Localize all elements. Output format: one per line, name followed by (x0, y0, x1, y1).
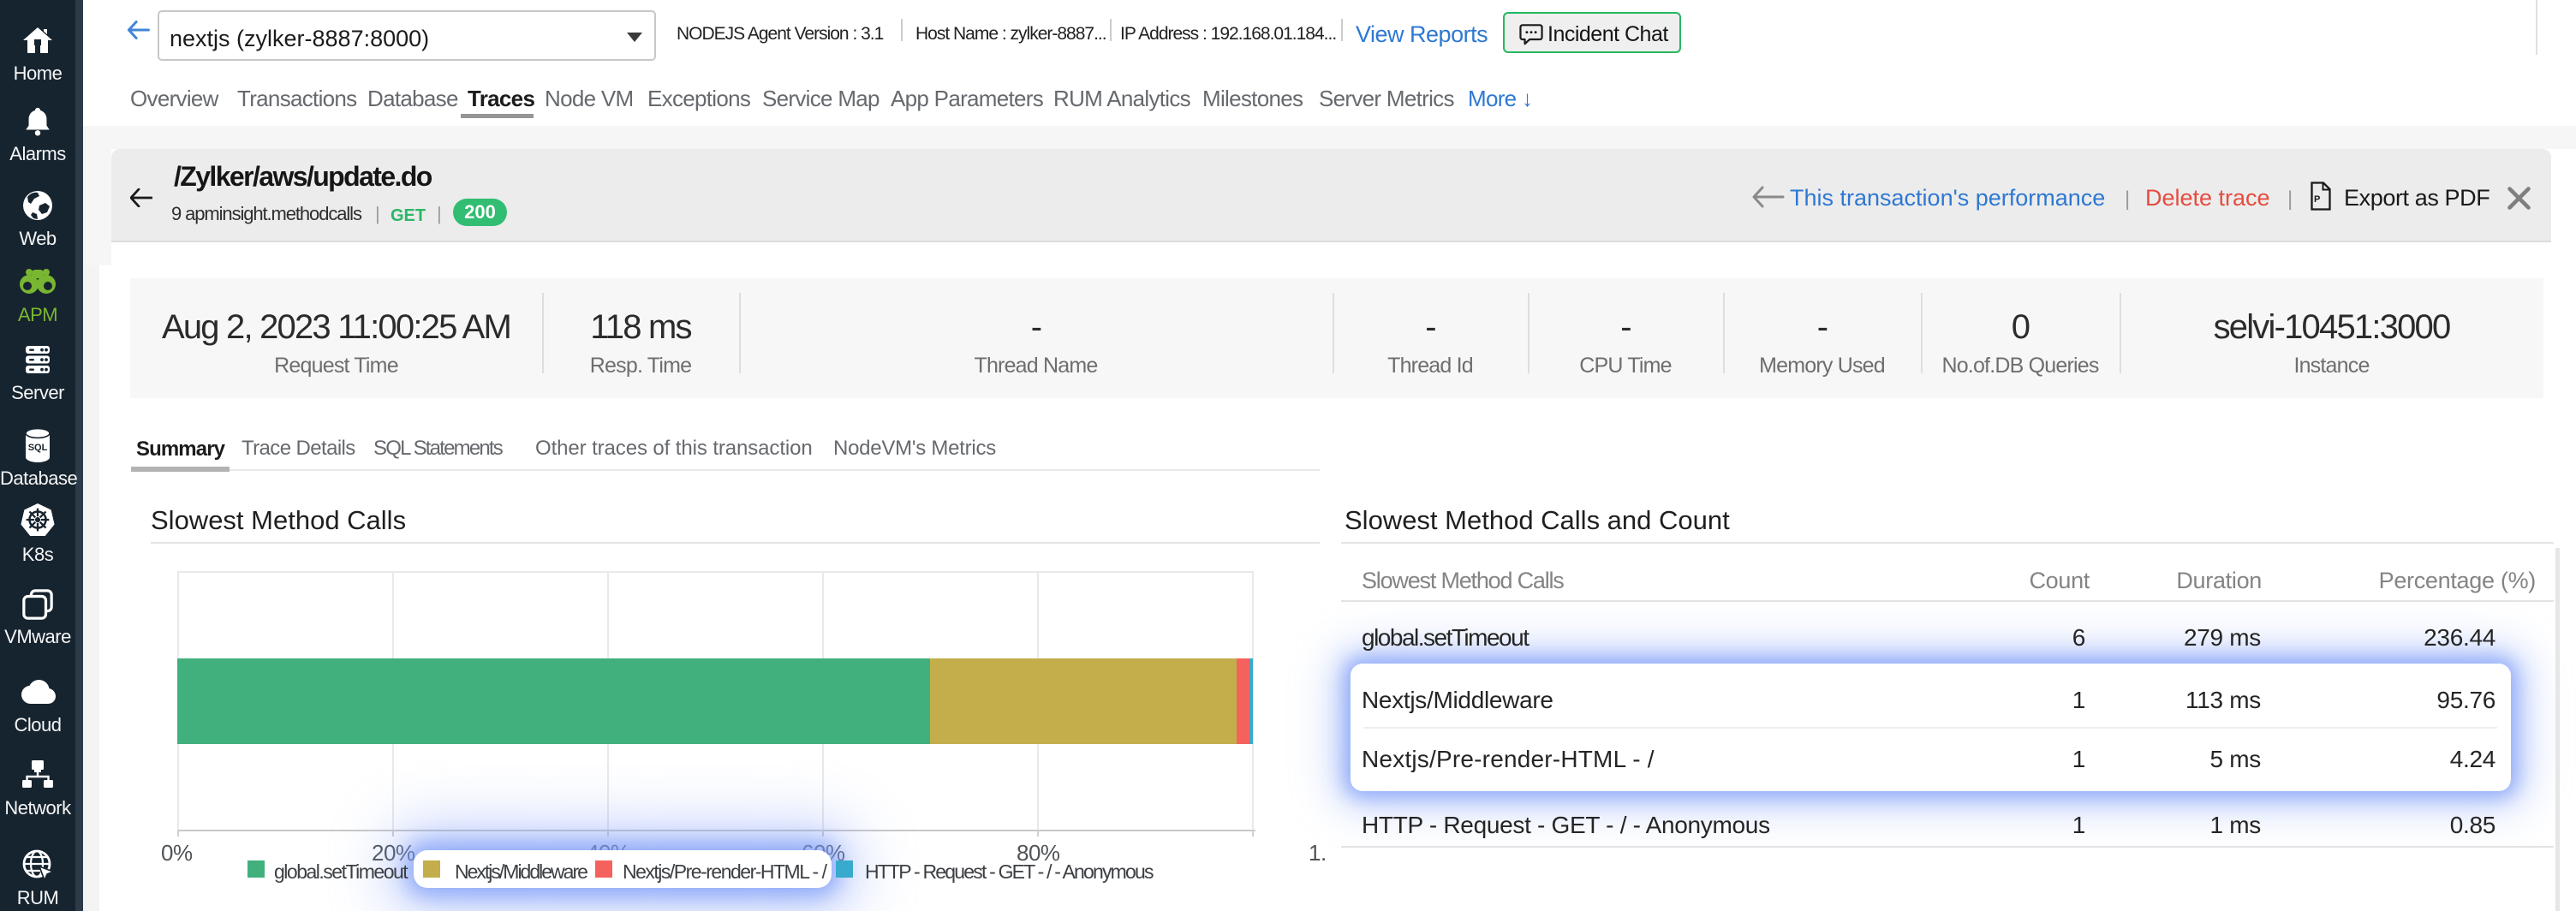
svg-text:P: P (2314, 194, 2320, 205)
svg-text:SQL: SQL (28, 443, 48, 453)
